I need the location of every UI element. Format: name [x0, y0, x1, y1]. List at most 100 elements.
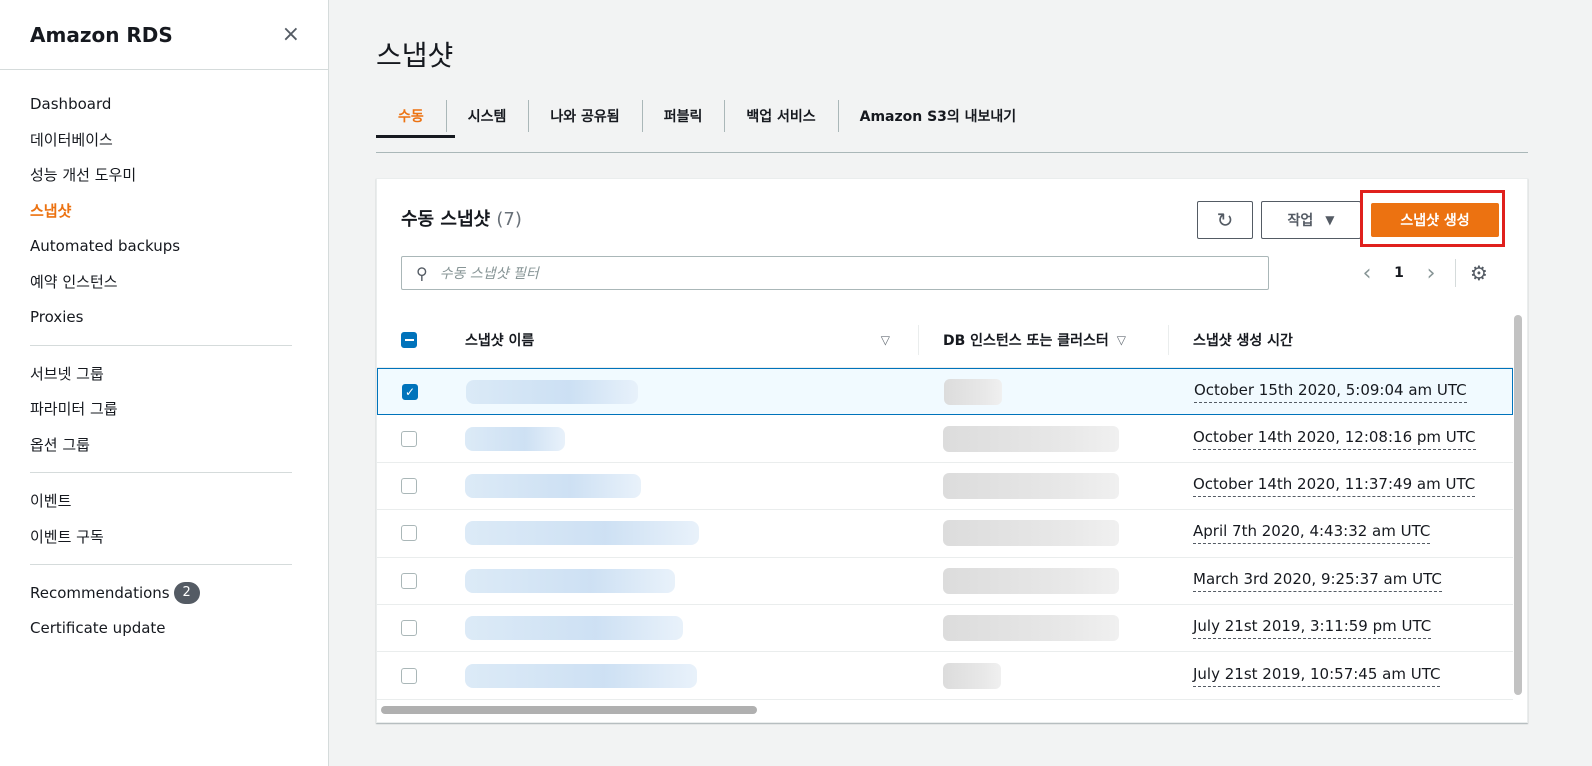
horizontal-scrollbar[interactable] — [381, 706, 757, 714]
row-select-cell — [377, 572, 441, 589]
close-icon[interactable]: × — [282, 23, 300, 46]
redacted-snapshot-name — [465, 426, 565, 451]
snapshot-time-cell: October 14th 2020, 11:37:49 am UTC — [1169, 463, 1513, 509]
table-row[interactable]: July 21st 2019, 10:57:45 am UTC — [377, 652, 1513, 700]
db-instance-cell[interactable] — [919, 415, 1169, 461]
column-header-db[interactable]: DB 인스턴스 또는 클러스터 ▽ — [919, 324, 1169, 355]
db-instance-cell[interactable] — [919, 652, 1169, 698]
column-header-name[interactable]: 스냅샷 이름 ▽ — [441, 324, 919, 355]
snapshot-name-cell[interactable] — [441, 415, 919, 461]
sidebar-item[interactable]: 성능 개선 도우미 — [0, 157, 328, 193]
sidebar-item[interactable]: 데이터베이스 — [0, 122, 328, 158]
db-instance-cell[interactable] — [919, 510, 1169, 556]
row-checkbox[interactable] — [401, 572, 417, 589]
table-row[interactable]: ✓ October 15th 2020, 5:09:04 am UTC — [377, 368, 1513, 416]
gear-icon[interactable]: ⚙ — [1470, 261, 1488, 285]
snapshot-time[interactable]: March 3rd 2020, 9:25:37 am UTC — [1193, 570, 1442, 592]
row-select-cell — [377, 477, 441, 494]
sidebar-item-recommendations[interactable]: Recommendations 2 — [0, 575, 328, 611]
tab[interactable]: Amazon S3의 내보내기 — [837, 96, 1039, 136]
select-all-checkbox[interactable] — [401, 331, 417, 348]
column-db-label: DB 인스턴스 또는 클러스터 — [943, 332, 1109, 349]
table-row[interactable]: July 21st 2019, 3:11:59 pm UTC — [377, 605, 1513, 653]
tab-bar: 수동 시스템 나와 공유됨 퍼블릭 백업 서비스 Amazon S3의 내보내기 — [376, 96, 1528, 153]
sidebar-nav: Dashboard 데이터베이스 성능 개선 도우미 스냅샷 Automated bac… — [0, 70, 328, 646]
sort-icon[interactable]: ▽ — [881, 333, 890, 347]
snapshot-time[interactable]: October 15th 2020, 5:09:04 am UTC — [1194, 381, 1467, 403]
snapshot-time[interactable]: July 21st 2019, 10:57:45 am UTC — [1193, 665, 1441, 687]
snapshot-name-cell[interactable] — [441, 463, 919, 509]
table-row[interactable]: March 3rd 2020, 9:25:37 am UTC — [377, 558, 1513, 605]
sidebar-item-certificate-update[interactable]: Certificate update — [0, 611, 328, 647]
row-select-cell — [377, 620, 441, 637]
sidebar-item[interactable]: Dashboard — [0, 86, 328, 122]
current-page[interactable]: 1 — [1381, 265, 1417, 281]
sidebar-item[interactable]: 이벤트 구독 — [0, 519, 328, 555]
tab[interactable]: 수동 — [376, 96, 455, 138]
sidebar-item[interactable]: 서브넷 그룹 — [0, 356, 328, 392]
create-snapshot-button[interactable]: 스냅샷 생성 — [1371, 203, 1499, 237]
refresh-icon: ↻ — [1216, 208, 1234, 232]
snapshot-name-cell[interactable] — [441, 510, 919, 556]
column-time-label: 스냅샷 생성 시간 — [1193, 332, 1293, 349]
sidebar-item[interactable]: 이벤트 — [0, 483, 328, 519]
snapshot-name-cell[interactable] — [441, 605, 919, 651]
snapshot-time[interactable]: October 14th 2020, 11:37:49 am UTC — [1193, 475, 1476, 497]
refresh-button[interactable]: ↻ — [1197, 201, 1253, 239]
row-checkbox[interactable]: ✓ — [402, 383, 418, 400]
row-checkbox[interactable] — [401, 667, 417, 684]
sidebar-item[interactable]: Automated backups — [0, 228, 328, 264]
select-all-cell — [377, 331, 441, 348]
caret-down-icon: ▼ — [1325, 213, 1335, 227]
redacted-db-identifier — [943, 567, 1119, 594]
vertical-scrollbar[interactable] — [1514, 315, 1522, 695]
tab[interactable]: 나와 공유됨 — [528, 96, 641, 136]
sort-icon[interactable]: ▽ — [1117, 333, 1126, 347]
tab[interactable]: 백업 서비스 — [724, 96, 837, 136]
snapshot-time-cell: October 15th 2020, 5:09:04 am UTC — [1170, 369, 1512, 414]
db-instance-cell[interactable] — [919, 463, 1169, 509]
sidebar: Amazon RDS × Dashboard 데이터베이스 성능 개선 도우미 스냅샷… — [0, 0, 329, 766]
tab[interactable]: 시스템 — [445, 96, 529, 136]
sidebar-divider — [30, 472, 292, 473]
sidebar-item[interactable]: 예약 인스턴스 — [0, 264, 328, 300]
actions-button[interactable]: 작업 ▼ — [1261, 201, 1361, 239]
next-page-icon[interactable]: › — [1417, 261, 1445, 286]
recommendations-label: Recommendations — [30, 583, 170, 602]
snapshot-time[interactable]: July 21st 2019, 3:11:59 pm UTC — [1193, 617, 1432, 640]
sidebar-item[interactable]: 파라미터 그룹 — [0, 391, 328, 427]
table-row[interactable]: October 14th 2020, 12:08:16 pm UTC — [377, 415, 1513, 463]
row-checkbox[interactable] — [401, 430, 417, 447]
sidebar-item[interactable]: 옵션 그룹 — [0, 427, 328, 463]
snapshot-time-cell: July 21st 2019, 10:57:45 am UTC — [1169, 652, 1513, 698]
snapshot-name-cell[interactable] — [441, 558, 919, 604]
snapshot-time-cell: March 3rd 2020, 9:25:37 am UTC — [1169, 558, 1513, 604]
snapshot-name-cell[interactable] — [441, 652, 919, 698]
sidebar-item[interactable]: Proxies — [0, 299, 328, 335]
snapshots-table: 스냅샷 이름 ▽ DB 인스턴스 또는 클러스터 ▽ 스냅샷 생성 시간 ✓ Oc… — [377, 312, 1513, 700]
db-instance-cell[interactable] — [920, 369, 1170, 414]
row-checkbox[interactable] — [401, 525, 417, 542]
search-input[interactable]: ⚲ 수동 스냅샷 필터 — [401, 256, 1269, 290]
snapshot-time[interactable]: October 14th 2020, 12:08:16 pm UTC — [1193, 428, 1476, 450]
table-row[interactable]: October 14th 2020, 11:37:49 am UTC — [377, 463, 1513, 511]
row-checkbox[interactable] — [401, 477, 417, 494]
sidebar-divider — [30, 564, 292, 565]
snapshot-name-cell[interactable] — [442, 369, 920, 414]
table-row[interactable]: April 7th 2020, 4:43:32 am UTC — [377, 510, 1513, 558]
tab-label: 퍼블릭 — [663, 109, 703, 125]
sidebar-item[interactable]: 스냅샷 — [0, 193, 328, 229]
snapshot-time-cell: July 21st 2019, 3:11:59 pm UTC — [1169, 605, 1513, 651]
redacted-snapshot-name — [465, 663, 697, 688]
panel-heading-label: 수동 스냅샷 — [401, 209, 491, 230]
prev-page-icon[interactable]: ‹ — [1353, 261, 1381, 286]
tab[interactable]: 퍼블릭 — [641, 96, 725, 136]
db-instance-cell[interactable] — [919, 605, 1169, 651]
actions-label: 작업 — [1287, 213, 1314, 229]
row-checkbox[interactable] — [401, 620, 417, 637]
redacted-snapshot-name — [465, 568, 675, 593]
db-instance-cell[interactable] — [919, 558, 1169, 604]
redacted-snapshot-name — [465, 521, 699, 546]
snapshot-time[interactable]: April 7th 2020, 4:43:32 am UTC — [1193, 522, 1431, 545]
column-header-time[interactable]: 스냅샷 생성 시간 — [1169, 312, 1513, 367]
